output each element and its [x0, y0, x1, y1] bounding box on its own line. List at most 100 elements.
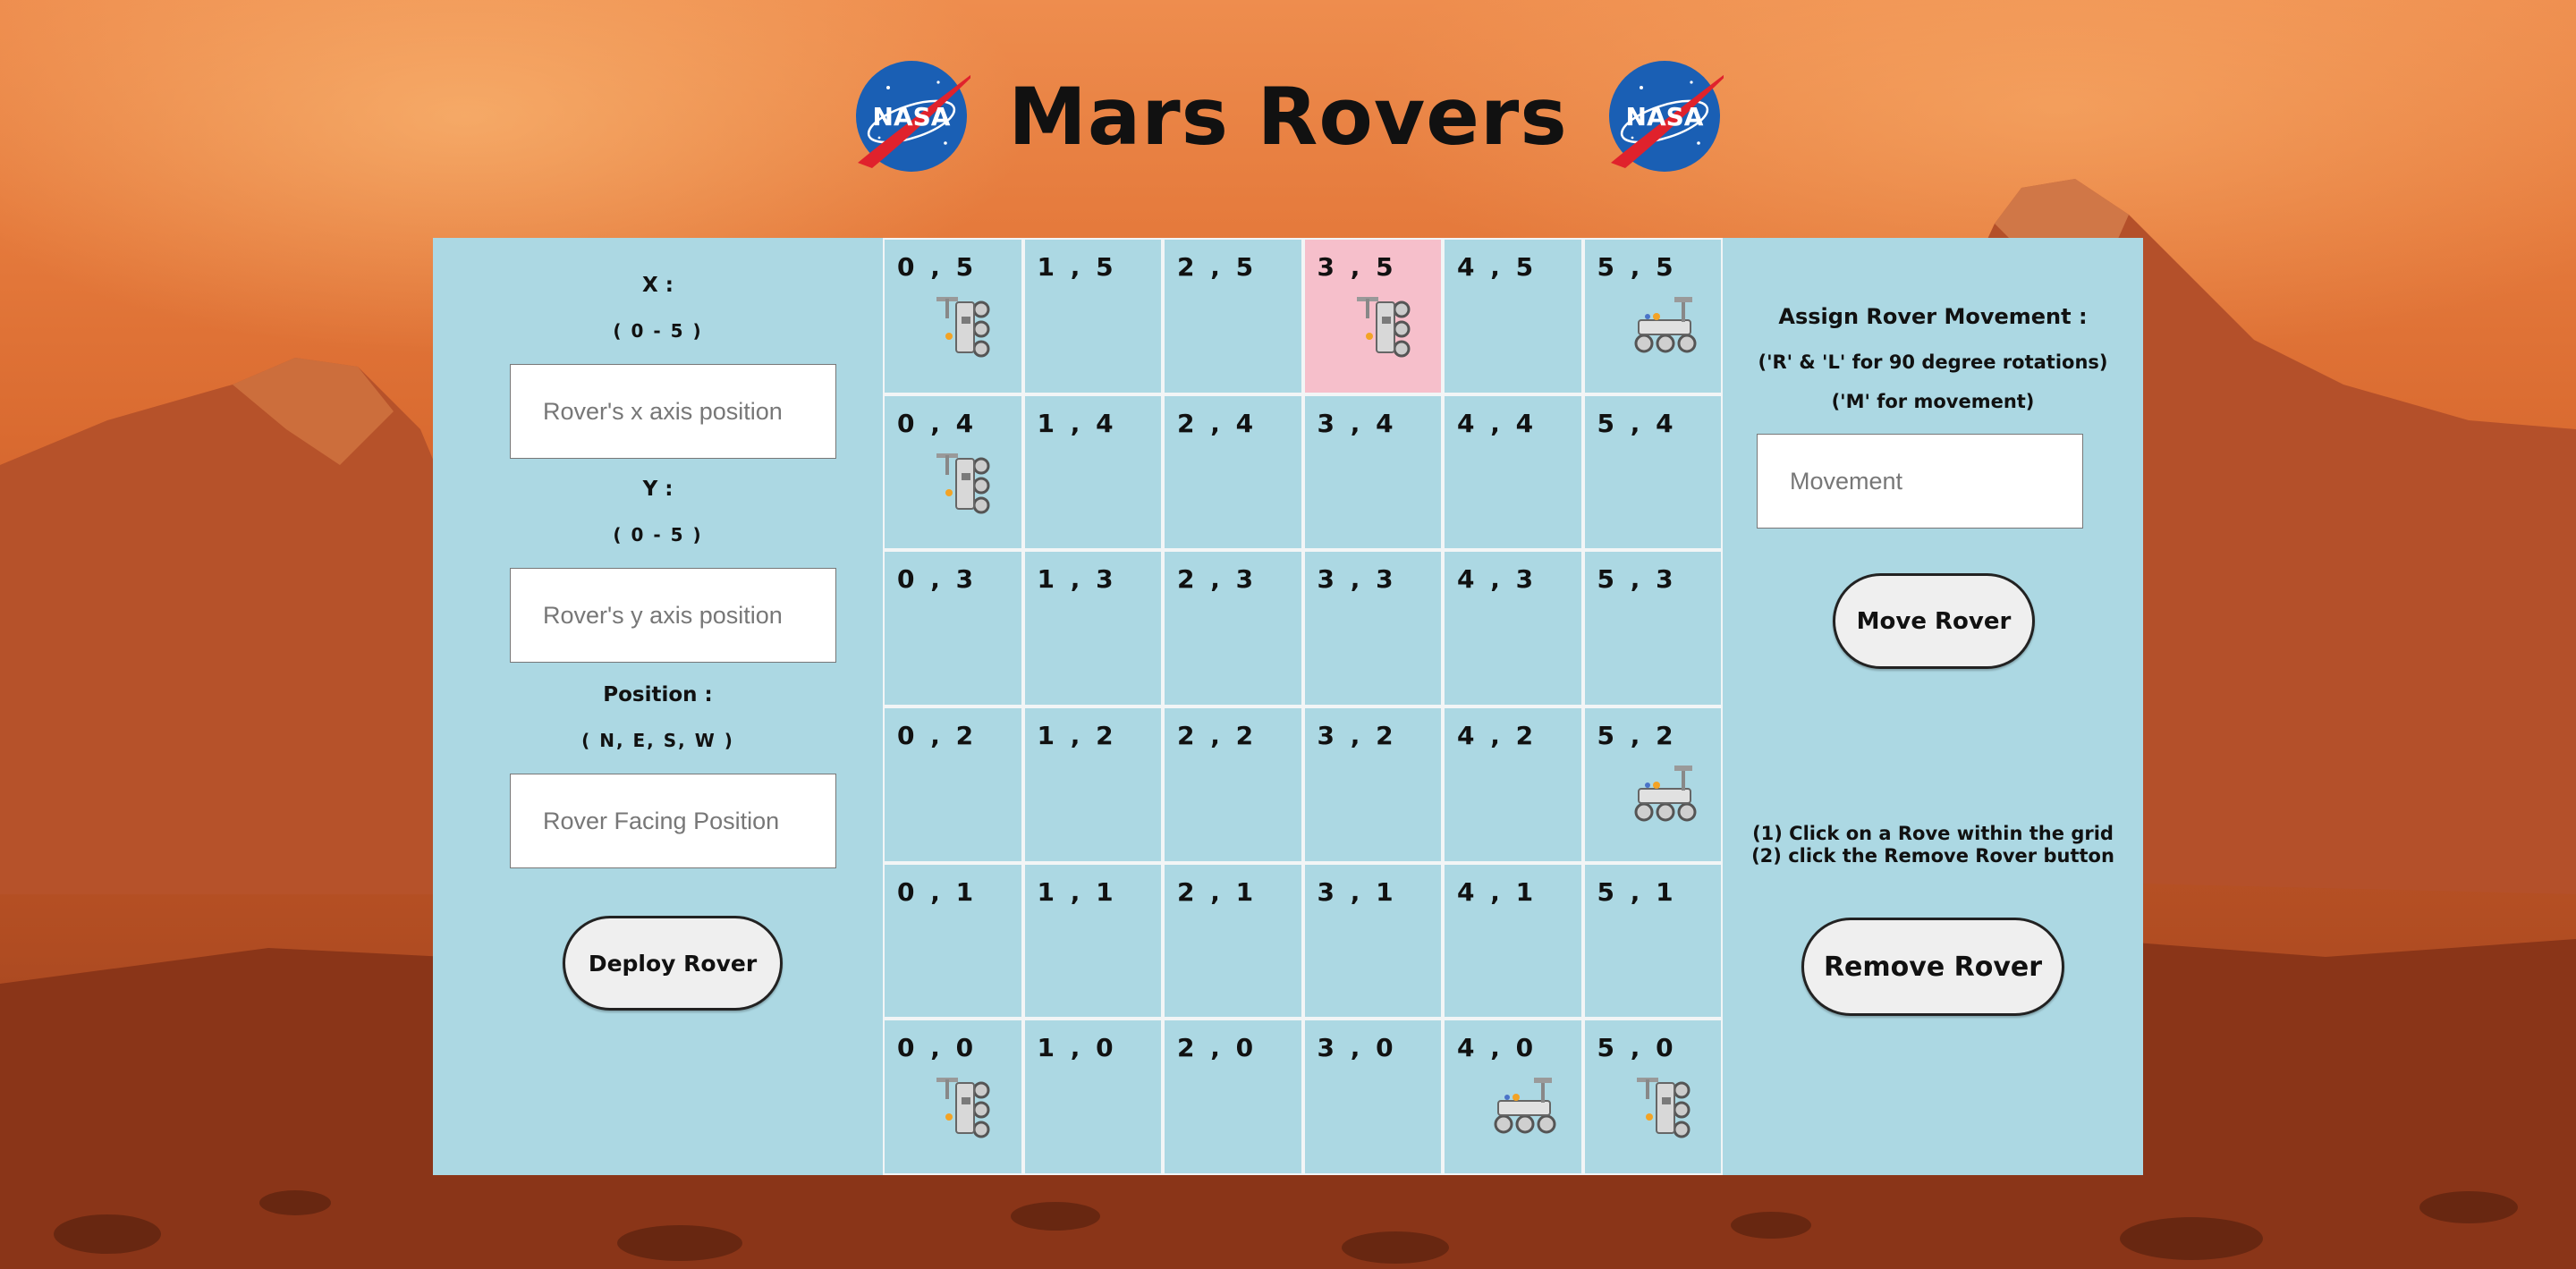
grid-cell[interactable]: 2 , 2	[1163, 706, 1303, 863]
rover-facing-north-icon[interactable]	[929, 290, 1001, 361]
cell-coordinate: 3 , 5	[1317, 252, 1397, 282]
grid-cell[interactable]: 3 , 0	[1302, 1019, 1443, 1175]
svg-text:NASA: NASA	[873, 102, 951, 131]
movement-input[interactable]	[1757, 434, 2083, 529]
grid-cell[interactable]: 5 , 5	[1582, 238, 1723, 394]
nasa-logo-icon: NASA	[856, 61, 971, 172]
grid-cell[interactable]: 0 , 4	[883, 393, 1023, 551]
cell-coordinate: 1 , 4	[1037, 408, 1117, 438]
cell-coordinate: 3 , 4	[1317, 408, 1397, 438]
cell-coordinate: 0 , 1	[897, 876, 978, 907]
grid-cell[interactable]: 5 , 4	[1582, 393, 1723, 551]
grid-cell[interactable]: 5 , 1	[1582, 862, 1723, 1019]
cell-coordinate: 4 , 3	[1457, 564, 1538, 595]
grid-cell[interactable]: 3 , 3	[1302, 550, 1443, 706]
cell-coordinate: 4 , 1	[1457, 876, 1538, 907]
y-label: Y :	[642, 478, 674, 501]
facing-position-input[interactable]	[510, 774, 836, 868]
control-panel: X : ( 0 - 5 ) Y : ( 0 - 5 ) Position : (…	[433, 238, 2143, 1175]
nasa-logo-icon: NASA	[1608, 61, 1724, 172]
position-options-hint: ( N, E, S, W )	[581, 730, 734, 751]
cell-coordinate: 4 , 0	[1457, 1033, 1538, 1063]
cell-coordinate: 2 , 0	[1177, 1033, 1258, 1063]
grid-cell[interactable]: 1 , 0	[1022, 1019, 1163, 1175]
grid-cell[interactable]: 5 , 3	[1582, 550, 1723, 706]
cell-coordinate: 1 , 3	[1037, 564, 1117, 595]
grid-cell[interactable]: 3 , 1	[1302, 862, 1443, 1019]
grid-cell[interactable]: 1 , 1	[1022, 862, 1163, 1019]
grid-cell[interactable]: 1 , 5	[1022, 238, 1163, 394]
movement-form: Assign Rover Movement : ('R' & 'L' for 9…	[1723, 238, 2143, 1175]
cell-coordinate: 1 , 5	[1037, 252, 1117, 282]
grid-cell[interactable]: 1 , 4	[1022, 393, 1163, 551]
y-range-hint: ( 0 - 5 )	[613, 524, 703, 546]
cell-coordinate: 3 , 3	[1317, 564, 1397, 595]
cell-coordinate: 4 , 5	[1457, 252, 1538, 282]
grid-cell[interactable]: 0 , 0	[883, 1019, 1023, 1175]
cell-coordinate: 0 , 0	[897, 1033, 978, 1063]
movement-hint: ('M' for movement)	[1831, 391, 2035, 412]
grid-cell[interactable]: 2 , 4	[1163, 393, 1303, 551]
cell-coordinate: 3 , 0	[1317, 1033, 1397, 1063]
grid-cell[interactable]: 4 , 2	[1443, 706, 1583, 863]
rover-facing-west-icon[interactable]	[1630, 758, 1701, 830]
rover-facing-north-icon[interactable]	[1630, 1070, 1701, 1142]
cell-coordinate: 5 , 4	[1597, 408, 1677, 438]
page-title: Mars Rovers	[1008, 70, 1568, 163]
cell-coordinate: 2 , 1	[1177, 876, 1258, 907]
cell-coordinate: 2 , 2	[1177, 721, 1258, 750]
cell-coordinate: 2 , 4	[1177, 408, 1258, 438]
rover-facing-west-icon[interactable]	[1489, 1070, 1561, 1142]
grid-cell[interactable]: 4 , 1	[1443, 862, 1583, 1019]
x-range-hint: ( 0 - 5 )	[613, 320, 703, 342]
rover-facing-north-icon[interactable]	[929, 1070, 1001, 1142]
cell-coordinate: 5 , 0	[1597, 1033, 1677, 1063]
rover-facing-west-icon[interactable]	[1630, 290, 1701, 361]
grid-cell[interactable]: 4 , 3	[1443, 550, 1583, 706]
cell-coordinate: 2 , 5	[1177, 252, 1258, 282]
cell-coordinate: 2 , 3	[1177, 564, 1258, 595]
cell-coordinate: 1 , 2	[1037, 721, 1117, 750]
remove-instruction-2: (2) click the Remove Rover button	[1751, 845, 2114, 867]
grid-cell[interactable]: 1 , 3	[1022, 550, 1163, 706]
grid-cell[interactable]: 5 , 0	[1582, 1019, 1723, 1175]
cell-coordinate: 0 , 5	[897, 252, 978, 282]
cell-coordinate: 4 , 4	[1457, 408, 1538, 438]
cell-coordinate: 0 , 3	[897, 564, 978, 595]
grid-cell[interactable]: 1 , 2	[1022, 706, 1163, 863]
deploy-rover-button[interactable]: Deploy Rover	[563, 916, 783, 1011]
grid-cell[interactable]: 2 , 3	[1163, 550, 1303, 706]
grid-cell[interactable]: 4 , 4	[1443, 393, 1583, 551]
grid-cell[interactable]: 3 , 4	[1302, 393, 1443, 551]
cell-coordinate: 3 , 2	[1317, 721, 1397, 750]
cell-coordinate: 1 , 0	[1037, 1033, 1117, 1063]
grid-cell[interactable]: 2 , 1	[1163, 862, 1303, 1019]
grid-cell[interactable]: 5 , 2	[1582, 706, 1723, 863]
cell-coordinate: 3 , 1	[1317, 876, 1397, 907]
grid-cell[interactable]: 3 , 5	[1302, 238, 1443, 394]
cell-coordinate: 4 , 2	[1457, 721, 1538, 750]
grid-cell[interactable]: 0 , 3	[883, 550, 1023, 706]
rover-facing-north-icon[interactable]	[929, 446, 1001, 518]
header: NASA Mars Rovers NASA	[0, 54, 2576, 179]
plateau-grid: 0 , 5 1 , 5 2 , 5 3 , 5 4 , 5 5 , 5 0 , 4 1 , 4…	[883, 238, 1723, 1175]
grid-cell[interactable]: 2 , 0	[1163, 1019, 1303, 1175]
grid-cell[interactable]: 0 , 2	[883, 706, 1023, 863]
x-position-input[interactable]	[510, 364, 836, 459]
grid-cell[interactable]: 4 , 0	[1443, 1019, 1583, 1175]
cell-coordinate: 1 , 1	[1037, 876, 1117, 907]
grid-cell[interactable]: 4 , 5	[1443, 238, 1583, 394]
grid-cell[interactable]: 0 , 1	[883, 862, 1023, 1019]
position-label: Position :	[603, 683, 713, 706]
grid-cell[interactable]: 0 , 5	[883, 238, 1023, 394]
cell-coordinate: 5 , 2	[1597, 721, 1677, 750]
move-rover-button[interactable]: Move Rover	[1833, 573, 2035, 669]
grid-cell[interactable]: 2 , 5	[1163, 238, 1303, 394]
cell-coordinate: 5 , 5	[1597, 252, 1677, 282]
y-position-input[interactable]	[510, 568, 836, 663]
rover-facing-north-icon[interactable]	[1350, 290, 1421, 361]
deploy-form: X : ( 0 - 5 ) Y : ( 0 - 5 ) Position : (…	[433, 238, 883, 1175]
x-label: X :	[642, 274, 674, 297]
grid-cell[interactable]: 3 , 2	[1302, 706, 1443, 863]
remove-rover-button[interactable]: Remove Rover	[1801, 918, 2064, 1016]
